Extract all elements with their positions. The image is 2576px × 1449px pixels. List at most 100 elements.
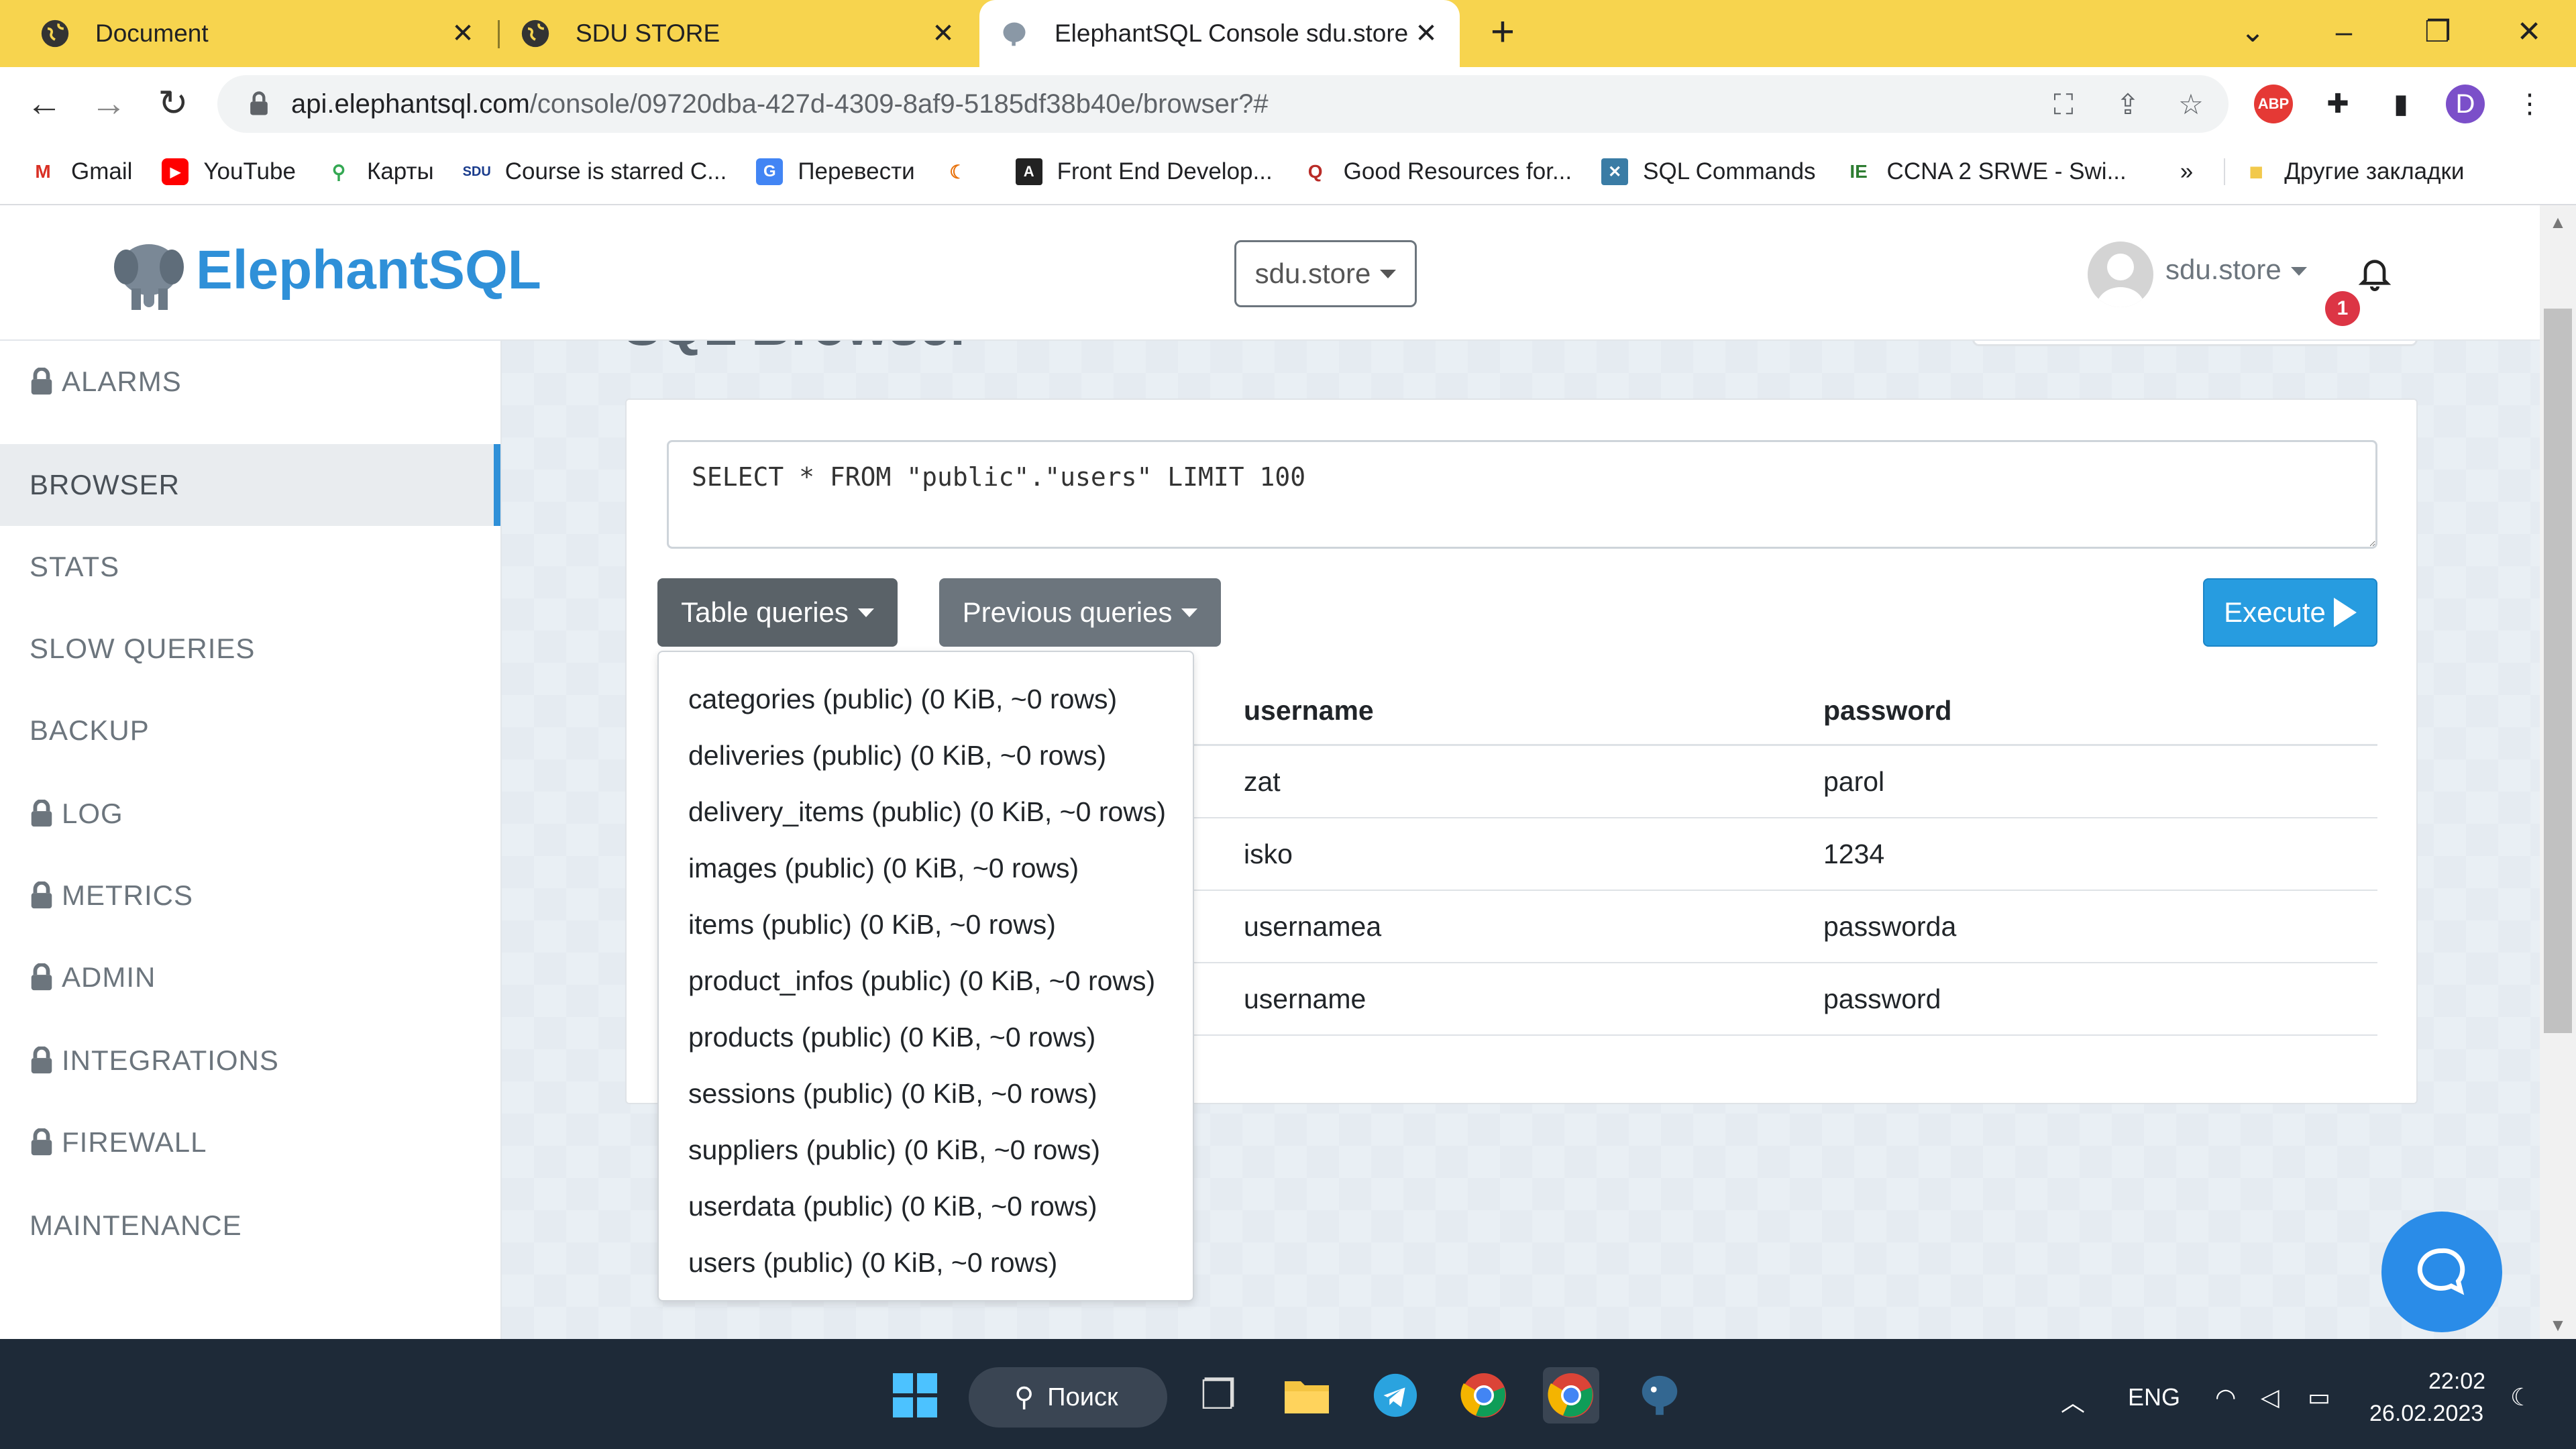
clock-time[interactable]: 22:02 [2428,1368,2485,1395]
logo-text[interactable]: ElephantSQL [196,239,541,302]
notifications-icon[interactable]: ☾ [2510,1383,2532,1411]
restore-button[interactable]: ❐ [2411,12,2465,52]
sidebar-item-metrics[interactable]: METRICS [0,855,500,936]
tab-elephantsql[interactable]: ElephantSQL Console sdu.store ✕ [979,0,1460,67]
instance-select[interactable]: sdu.store [1234,240,1417,307]
taskbar-search[interactable]: ⚲ Поиск [969,1367,1167,1428]
dropdown-item[interactable]: images (public) (0 KiB, ~0 rows) [659,840,1193,896]
instance-select-label: sdu.store [1254,258,1371,289]
telegram-icon[interactable] [1367,1367,1424,1424]
sidebar-item-firewall[interactable]: FIREWALL [0,1102,500,1183]
sql-query-input[interactable]: SELECT * FROM "public"."users" LIMIT 100 [667,440,2377,549]
table-queries-dropdown: categories (public) (0 KiB, ~0 rows) del… [657,651,1194,1301]
close-tab-icon[interactable]: ✕ [927,17,959,50]
bookmark-unnamed[interactable]: ☾ [945,158,986,185]
bookmark-maps[interactable]: ⚲ Карты [325,158,434,185]
browser-menu-icon[interactable]: ⋮ [2510,85,2549,123]
dropdown-item[interactable]: deliveries (public) (0 KiB, ~0 rows) [659,727,1193,784]
bookmark-course[interactable]: SDU Course is starred C... [463,158,727,185]
share-icon[interactable]: ⇪ [2112,89,2144,121]
new-tab-button[interactable]: + [1483,11,1523,54]
dropdown-item[interactable]: users (public) (0 KiB, ~0 rows) [659,1234,1193,1291]
dropdown-item[interactable]: delivery_items (public) (0 KiB, ~0 rows) [659,784,1193,840]
volume-icon[interactable]: ◁ [2261,1383,2279,1411]
close-tab-icon[interactable]: ✕ [1410,17,1442,50]
bookmark-translate[interactable]: G Перевести [756,158,915,185]
column-header[interactable]: password [1823,678,1951,744]
scroll-up-arrow[interactable]: ▲ [2546,212,2569,233]
scroll-down-arrow[interactable]: ▼ [2546,1315,2569,1336]
wifi-icon[interactable]: ◠ [2215,1383,2236,1411]
profile-avatar[interactable]: D [2446,85,2485,123]
dropdown-item[interactable]: suppliers (public) (0 KiB, ~0 rows) [659,1122,1193,1178]
other-bookmarks[interactable]: ■ Другие закладки [2224,158,2464,185]
bookmarks-overflow-button[interactable]: » [2180,158,2193,185]
scrollbar-thumb[interactable] [2544,309,2572,1033]
elephant-logo-icon[interactable] [113,237,185,315]
sidebar-item-label: INTEGRATIONS [62,1044,279,1076]
bookmark-label: YouTube [203,158,296,184]
sidebar-item-maintenance[interactable]: MAINTENANCE [0,1185,500,1267]
chat-icon [2417,1248,2465,1295]
url-path: /console/09720dba-427d-4309-8af9-5185df3… [529,89,1269,119]
chrome-profile-icon[interactable] [1543,1367,1599,1424]
user-avatar[interactable] [2088,241,2153,307]
close-window-button[interactable]: ✕ [2502,12,2556,52]
previous-queries-button[interactable]: Previous queries [939,578,1221,647]
bookmark-quora[interactable]: Q Good Resources for... [1302,158,1572,185]
dropdown-item[interactable]: product_infos (public) (0 KiB, ~0 rows) [659,953,1193,1009]
adblock-icon[interactable]: ABP [2254,85,2293,123]
sidebar-item-admin[interactable]: ADMIN [0,936,500,1018]
extensions-icon[interactable]: ✚ [2318,85,2357,123]
bookmark-star-icon[interactable]: ☆ [2175,89,2207,121]
tab-sdu-store[interactable]: SDU STORE ✕ [480,0,977,67]
bookmark-sql[interactable]: ✕ SQL Commands [1601,158,1816,185]
sidebar-item-stats[interactable]: STATS [0,526,500,608]
tray-overflow-icon[interactable]: ︿ [2061,1383,2085,1418]
reload-button[interactable]: ↻ [152,82,195,125]
column-header[interactable]: username [1244,678,1374,744]
translate-page-icon[interactable]: ⛶ [2047,89,2080,121]
ccna-icon: IE [1849,161,1868,182]
table-row: isko 1234 [1194,818,2377,891]
url-text: api.elephantsql.com/console/09720dba-427… [291,89,1269,119]
sidebar-item-integrations[interactable]: INTEGRATIONS [0,1020,500,1102]
clock-date[interactable]: 26.02.2023 [2369,1401,2483,1427]
table-queries-button[interactable]: Table queries [657,578,898,647]
tab-search-icon[interactable]: ⌄ [2226,12,2279,52]
minimize-button[interactable]: – [2317,12,2371,52]
chrome-icon[interactable] [1456,1367,1512,1424]
chat-button[interactable] [2381,1212,2502,1332]
chevron-down-icon [2290,267,2307,276]
bell-icon[interactable] [2356,254,2394,291]
address-bar[interactable]: api.elephantsql.com/console/09720dba-427… [217,75,2229,133]
windows-start-icon[interactable] [887,1367,943,1424]
sidebar-item-alarms[interactable]: ALARMS [0,341,500,423]
forward-button[interactable]: → [87,82,130,125]
bookmark-icon: ☾ [949,161,967,182]
bookmark-frontend[interactable]: A Front End Develop... [1015,158,1273,185]
dropdown-item[interactable]: items (public) (0 KiB, ~0 rows) [659,896,1193,953]
back-button[interactable]: ← [23,82,66,125]
user-menu[interactable]: sdu.store [2165,254,2307,286]
battery-icon[interactable]: ▭ [2308,1383,2330,1411]
dropdown-item[interactable]: categories (public) (0 KiB, ~0 rows) [659,671,1193,727]
dropdown-item[interactable]: sessions (public) (0 KiB, ~0 rows) [659,1065,1193,1122]
side-panel-icon[interactable]: ▮ [2381,85,2420,123]
sidebar-item-log[interactable]: LOG [0,773,500,855]
dropdown-item[interactable]: products (public) (0 KiB, ~0 rows) [659,1009,1193,1065]
dropdown-item[interactable]: userdata (public) (0 KiB, ~0 rows) [659,1178,1193,1234]
bookmark-gmail[interactable]: M Gmail [30,158,132,185]
tab-document[interactable]: Document ✕ [0,0,496,67]
task-view-icon[interactable]: ❐ [1190,1367,1246,1424]
close-tab-icon[interactable]: ✕ [447,17,479,50]
language-indicator[interactable]: ENG [2128,1383,2180,1411]
bookmark-ccna[interactable]: IE CCNA 2 SRWE - Swi... [1845,158,2126,185]
bookmark-youtube[interactable]: ▶ YouTube [162,158,296,185]
file-explorer-icon[interactable] [1279,1367,1335,1424]
sidebar-item-slow-queries[interactable]: SLOW QUERIES [0,608,500,690]
postgresql-icon[interactable] [1631,1367,1688,1424]
sidebar-item-backup[interactable]: BACKUP [0,690,500,771]
execute-button[interactable]: Execute [2203,578,2377,647]
sidebar-item-browser[interactable]: BROWSER [0,444,500,526]
